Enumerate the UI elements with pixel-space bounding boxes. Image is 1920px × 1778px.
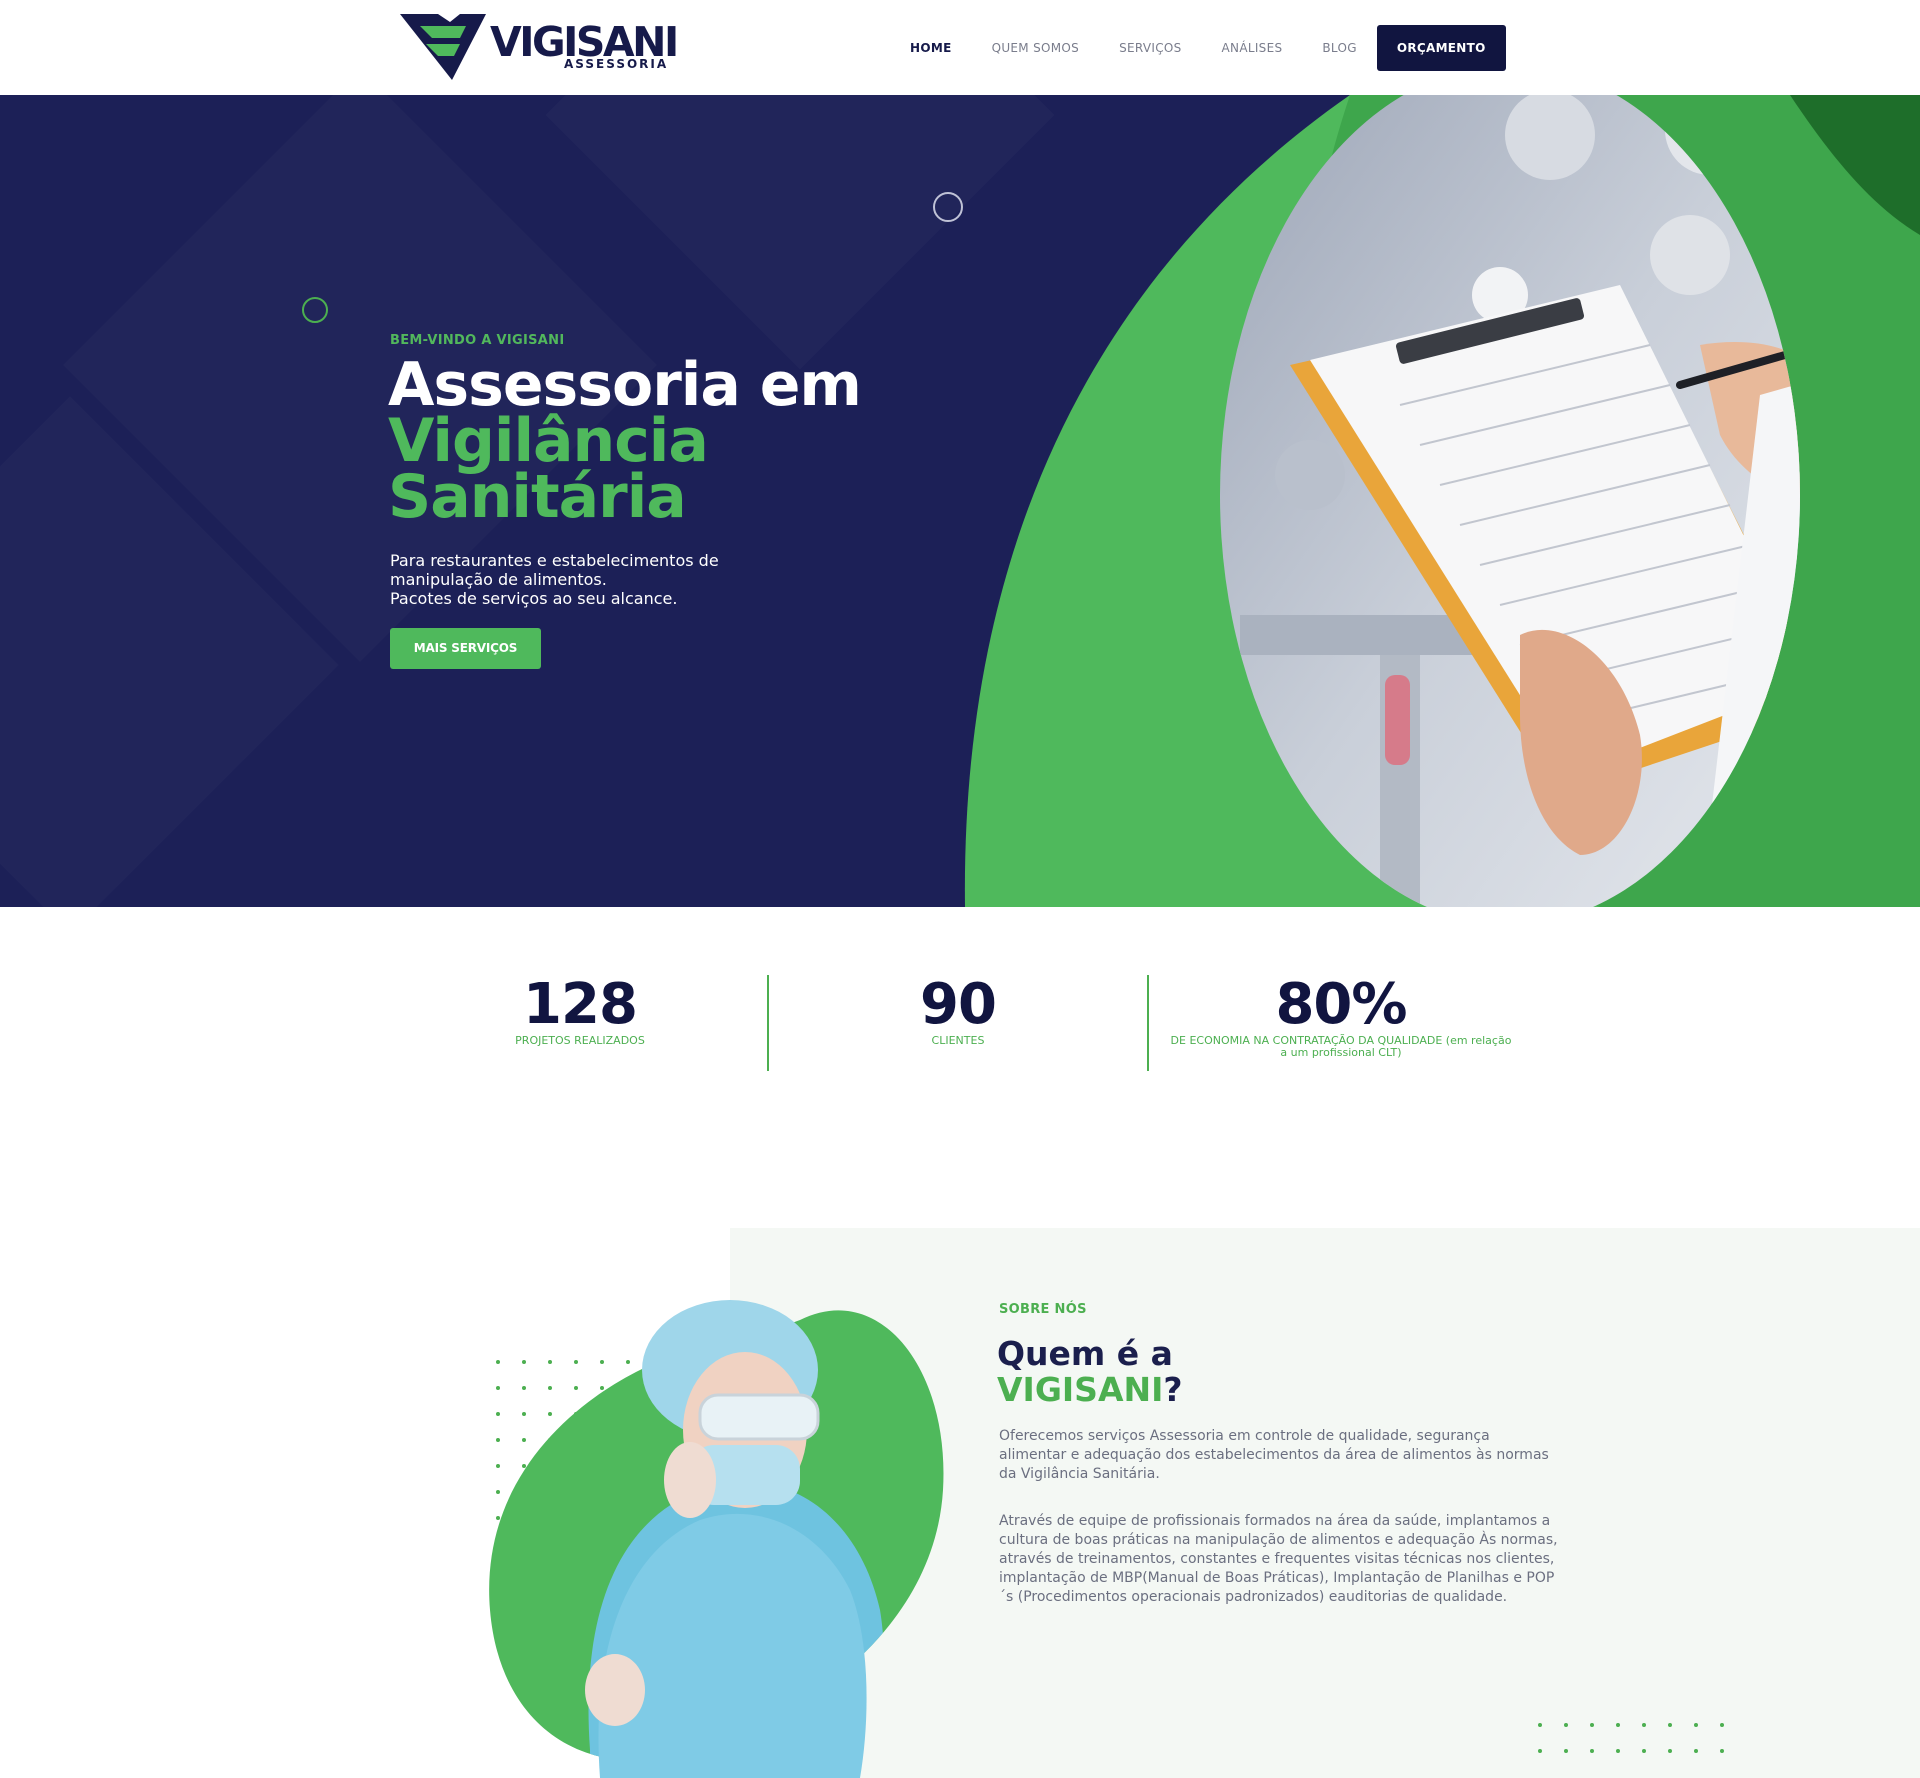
stat-label: CLIENTES [931, 1034, 985, 1047]
stat-value: 90 [920, 972, 997, 1037]
nav-item-home[interactable]: HOME [910, 41, 952, 55]
hero-subtitle: Para restaurantes e estabelecimentos de … [390, 551, 750, 608]
about-title-suffix: ? [1163, 1370, 1183, 1409]
hero-subtitle-line2: manipulação de alimentos. [390, 570, 607, 589]
nav-item-blog[interactable]: BLOG [1322, 41, 1356, 55]
dot-grid-decoration [1538, 1723, 1724, 1753]
logo-mark-icon [400, 14, 486, 80]
about-image [489, 1300, 1724, 1778]
about-paragraph: Oferecemos serviços Assessoria em contro… [999, 1428, 1549, 1482]
stat-projects: 128 PROJETOS REALIZADOS [480, 975, 680, 1047]
stat-value: 80% [1275, 972, 1407, 1037]
logo-tagline: ASSESSORIA [564, 57, 669, 71]
hero-subtitle-line1: Para restaurantes e estabelecimentos de [390, 551, 719, 570]
stat-label-line2: a um profissional CLT) [1280, 1046, 1402, 1059]
site-header: VIGISANI ASSESSORIA HOME QUEM SOMOS SERV… [0, 0, 1920, 95]
hero-title-line2: Vigilância [388, 406, 709, 476]
vigisani-logo[interactable]: VIGISANI ASSESSORIA [398, 12, 679, 84]
stat-clients: 90 CLIENTES [858, 975, 1058, 1047]
hero-title-line3: Sanitária [388, 462, 687, 532]
hero-image [964, 95, 1920, 907]
stat-savings: 80% DE ECONOMIA NA CONTRATAÇÃO DA QUALID… [1158, 975, 1524, 1059]
nav-item-servicos[interactable]: SERVIÇOS [1119, 41, 1181, 55]
about-title-brand: VIGISANI [997, 1370, 1164, 1409]
hero-subtitle-line3: Pacotes de serviços ao seu alcance. [390, 589, 678, 608]
nav-item-analises[interactable]: ANÁLISES [1222, 41, 1283, 55]
main-nav: HOME QUEM SOMOS SERVIÇOS ANÁLISES BLOG O… [910, 25, 1506, 71]
stat-divider [767, 975, 769, 1071]
about-paragraph: Através de equipe de profissionais forma… [999, 1513, 1558, 1605]
about-title-line1: Quem é a [997, 1334, 1173, 1373]
mais-servicos-button[interactable]: MAIS SERVIÇOS [390, 628, 541, 669]
about-title: Quem é a VIGISANI? [997, 1336, 1183, 1408]
nav-item-quem-somos[interactable]: QUEM SOMOS [992, 41, 1079, 55]
hero-section: BEM-VINDO A VIGISANI Assessoria em Vigil… [0, 95, 1920, 907]
stat-divider [1147, 975, 1149, 1071]
orcamento-button[interactable]: ORÇAMENTO [1376, 25, 1506, 71]
hero-title: Assessoria em Vigilância Sanitária [388, 350, 862, 532]
stat-label: PROJETOS REALIZADOS [515, 1034, 645, 1047]
stat-value: 128 [523, 972, 638, 1037]
about-eyebrow: SOBRE NÓS [999, 1302, 1087, 1317]
hero-title-line1: Assessoria em [388, 350, 862, 420]
hero-eyebrow: BEM-VINDO A VIGISANI [390, 333, 565, 348]
